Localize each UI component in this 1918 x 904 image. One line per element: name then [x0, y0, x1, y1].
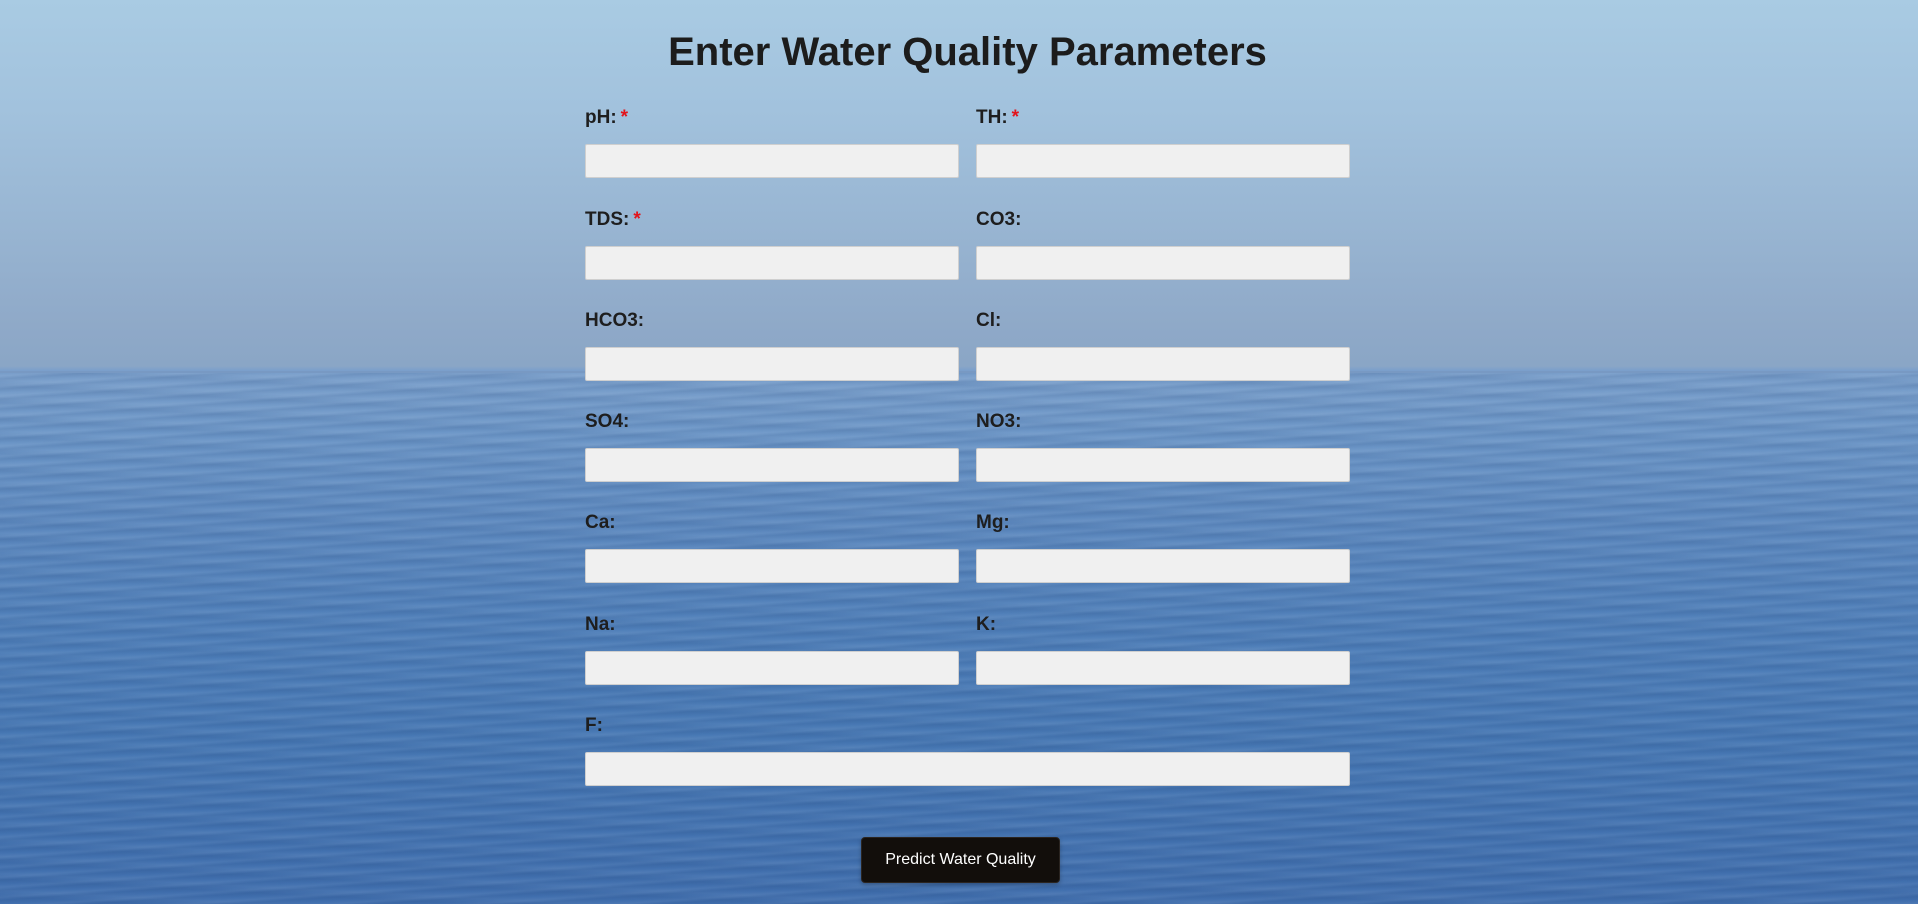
- field-th: TH: *: [976, 107, 1350, 178]
- page-title: Enter Water Quality Parameters: [668, 30, 1267, 74]
- th-input[interactable]: [976, 144, 1350, 178]
- f-input[interactable]: [585, 752, 1350, 786]
- na-input[interactable]: [585, 651, 959, 685]
- ca-input[interactable]: [585, 549, 959, 583]
- field-cl: Cl:: [976, 310, 1350, 381]
- hco3-label: HCO3:: [585, 310, 645, 331]
- field-mg: Mg:: [976, 512, 1350, 583]
- field-k: K:: [976, 614, 1350, 685]
- field-co3: CO3:: [976, 209, 1350, 280]
- mg-input[interactable]: [976, 549, 1350, 583]
- ph-label: pH: *: [585, 107, 629, 128]
- no3-input[interactable]: [976, 448, 1350, 482]
- field-hco3: HCO3:: [585, 310, 959, 381]
- field-ph: pH: *: [585, 107, 959, 178]
- required-marker: *: [633, 209, 641, 230]
- th-label: TH: *: [976, 107, 1020, 128]
- cl-input[interactable]: [976, 347, 1350, 381]
- k-input[interactable]: [976, 651, 1350, 685]
- ca-label: Ca:: [585, 512, 616, 533]
- field-na: Na:: [585, 614, 959, 685]
- field-tds: TDS: *: [585, 209, 959, 280]
- ph-input[interactable]: [585, 144, 959, 178]
- field-f: F:: [585, 715, 1350, 786]
- na-label: Na:: [585, 614, 616, 635]
- so4-label: SO4:: [585, 411, 630, 432]
- no3-label: NO3:: [976, 411, 1022, 432]
- required-marker: *: [1011, 107, 1020, 128]
- k-label: K:: [976, 614, 997, 635]
- co3-input[interactable]: [976, 246, 1350, 280]
- background-water: [0, 373, 1918, 904]
- tds-label: TDS: *: [585, 209, 641, 230]
- field-ca: Ca:: [585, 512, 959, 583]
- hco3-input[interactable]: [585, 347, 959, 381]
- predict-water-quality-button[interactable]: Predict Water Quality: [861, 837, 1060, 883]
- required-marker: *: [620, 107, 629, 128]
- field-no3: NO3:: [976, 411, 1350, 482]
- tds-input[interactable]: [585, 246, 959, 280]
- mg-label: Mg:: [976, 512, 1010, 533]
- so4-input[interactable]: [585, 448, 959, 482]
- field-so4: SO4:: [585, 411, 959, 482]
- cl-label: Cl:: [976, 310, 1002, 331]
- f-label: F:: [585, 715, 603, 736]
- co3-label: CO3:: [976, 209, 1022, 230]
